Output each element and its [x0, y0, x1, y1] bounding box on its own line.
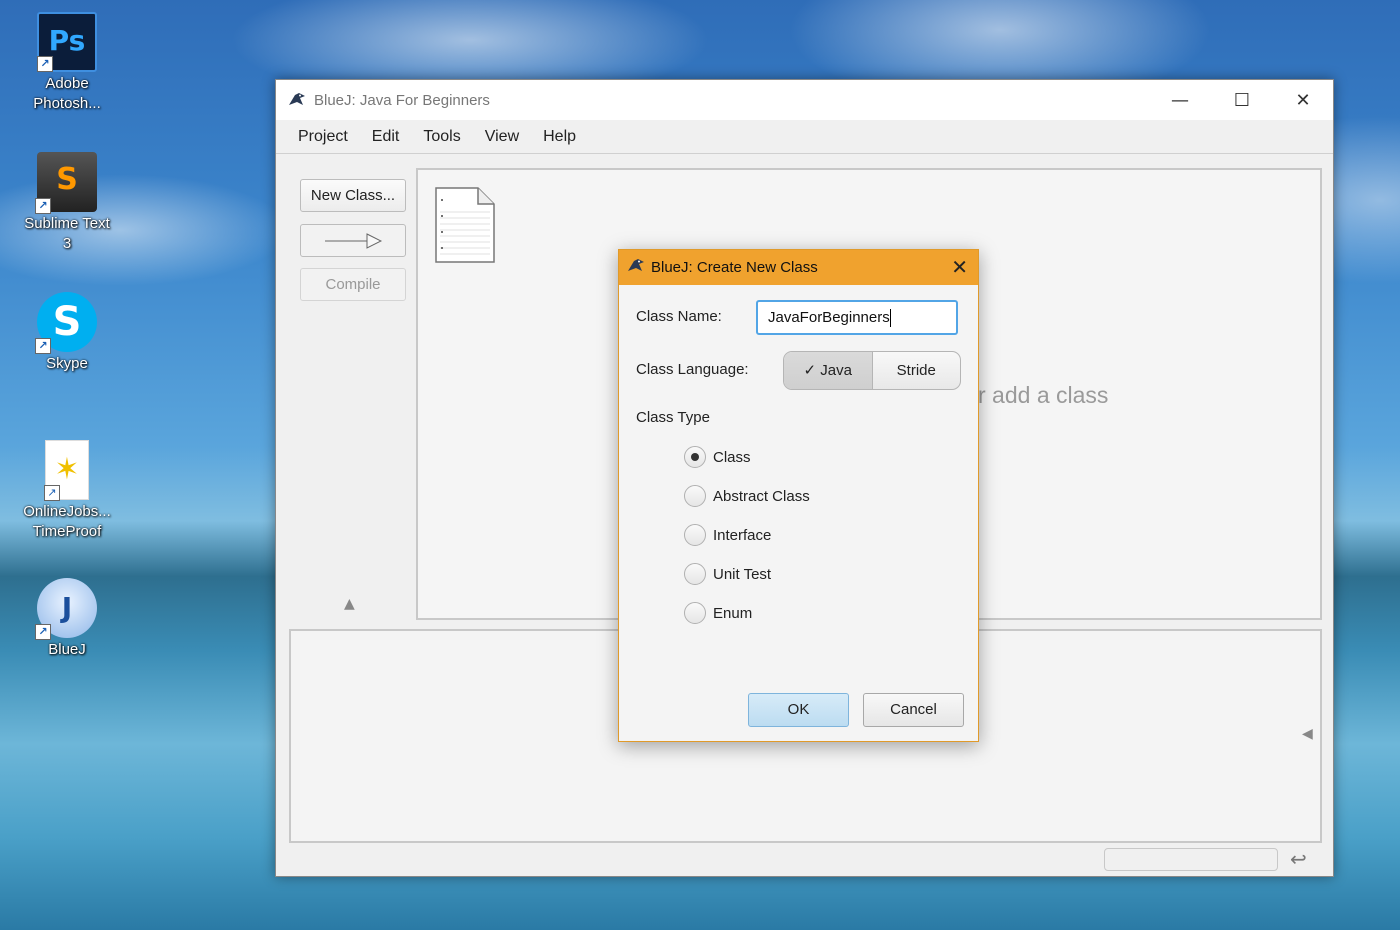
class-language-toggle: ✓ Java Stride: [783, 351, 961, 390]
skype-icon: S ↗: [35, 292, 97, 354]
cancel-button[interactable]: Cancel: [863, 693, 964, 727]
menu-project[interactable]: Project: [286, 128, 360, 146]
radio-label: Unit Test: [713, 565, 772, 583]
radio-label: Abstract Class: [713, 487, 810, 505]
menu-help[interactable]: Help: [531, 128, 588, 146]
class-type-option-abstract[interactable]: Abstract Class: [684, 485, 810, 507]
minimize-button[interactable]: —: [1150, 80, 1210, 120]
desktop-icon-label: Photosh...: [33, 95, 101, 112]
collapse-left-arrow-icon[interactable]: ◀: [1302, 726, 1313, 742]
radio-button[interactable]: [684, 485, 706, 507]
bluej-bird-icon: [625, 257, 647, 279]
bluej-bird-icon: [286, 89, 308, 111]
desktop-icon-label: 3: [62, 235, 72, 252]
class-type-label: Class Type: [636, 409, 710, 426]
class-type-option-class[interactable]: Class: [684, 446, 751, 468]
radio-button[interactable]: [684, 563, 706, 585]
new-class-button[interactable]: New Class...: [300, 179, 406, 212]
desktop-icon-bluej[interactable]: J ↗ BlueJ: [12, 578, 122, 660]
new-arrow-button[interactable]: [300, 224, 406, 257]
close-button[interactable]: ✕: [1273, 80, 1333, 120]
shortcut-arrow-icon: ↗: [35, 624, 51, 640]
canvas-hint-text: r add a class: [978, 382, 1109, 408]
window-title: BlueJ: Java For Beginners: [314, 91, 490, 109]
desktop-icon-skype[interactable]: S ↗ Skype: [12, 292, 122, 374]
bluej-icon: J ↗: [35, 578, 97, 640]
desktop-icon-label: OnlineJobs...: [23, 503, 111, 520]
menu-view[interactable]: View: [473, 128, 531, 146]
desktop-icon-sublime[interactable]: S ↗ Sublime Text 3: [12, 152, 122, 254]
radio-button[interactable]: [684, 524, 706, 546]
dialog-titlebar[interactable]: BlueJ: Create New Class ✕: [619, 250, 978, 285]
language-option-java[interactable]: ✓ Java: [784, 352, 873, 389]
radio-label: Enum: [713, 604, 753, 622]
shortcut-arrow-icon: ↗: [44, 485, 60, 501]
desktop-icon-label: Skype: [46, 355, 88, 372]
class-language-label: Class Language:: [636, 361, 749, 378]
class-name-input[interactable]: JavaForBeginners: [756, 300, 958, 335]
create-new-class-dialog: BlueJ: Create New Class ✕ Class Name: Ja…: [618, 249, 979, 742]
menu-bar: Project Edit Tools View Help: [276, 120, 1333, 154]
desktop-icon-label: Adobe: [45, 75, 89, 92]
dialog-close-button[interactable]: ✕: [951, 256, 968, 278]
class-name-value: JavaForBeginners: [768, 309, 890, 326]
compile-button[interactable]: Compile: [300, 268, 406, 301]
photoshop-icon: Ps ↗: [37, 12, 97, 72]
readme-file-icon[interactable]: [434, 186, 495, 263]
radio-button[interactable]: [684, 446, 706, 468]
collapse-up-arrow-icon[interactable]: ▲: [344, 596, 355, 612]
desktop-icon-label: TimeProof: [32, 523, 102, 540]
dialog-title: BlueJ: Create New Class: [651, 259, 818, 276]
radio-label: Class: [713, 448, 751, 466]
inherits-arrow-icon: [325, 233, 383, 249]
shortcut-arrow-icon: ↗: [37, 56, 53, 72]
menu-tools[interactable]: Tools: [411, 128, 472, 146]
class-type-option-unit-test[interactable]: Unit Test: [684, 563, 771, 585]
desktop-icon-label: Sublime Text: [24, 215, 110, 232]
sublime-text-icon: S ↗: [35, 152, 97, 214]
desktop-icon-label: BlueJ: [48, 641, 86, 658]
class-type-option-enum[interactable]: Enum: [684, 602, 752, 624]
window-titlebar[interactable]: BlueJ: Java For Beginners — ☐ ✕: [276, 80, 1333, 120]
menu-edit[interactable]: Edit: [360, 128, 412, 146]
return-arrow-icon[interactable]: ↩: [1290, 847, 1307, 871]
desktop-icon-photoshop[interactable]: Ps ↗ Adobe Photosh...: [12, 12, 122, 114]
class-name-label: Class Name:: [636, 308, 722, 325]
text-caret: [889, 309, 891, 328]
ok-button[interactable]: OK: [748, 693, 849, 727]
shortcut-arrow-icon: ↗: [35, 338, 51, 354]
language-option-stride[interactable]: Stride: [873, 352, 961, 389]
desktop-icon-onlinejobs[interactable]: ✶ ↗ OnlineJobs... TimeProof: [12, 440, 122, 542]
shortcut-arrow-icon: ↗: [35, 198, 51, 214]
maximize-button[interactable]: ☐: [1212, 80, 1272, 120]
radio-button[interactable]: [684, 602, 706, 624]
onlinejobs-icon: ✶ ↗: [44, 440, 89, 501]
radio-label: Interface: [713, 526, 772, 544]
status-progress-field: [1104, 848, 1278, 871]
class-type-option-interface[interactable]: Interface: [684, 524, 771, 546]
